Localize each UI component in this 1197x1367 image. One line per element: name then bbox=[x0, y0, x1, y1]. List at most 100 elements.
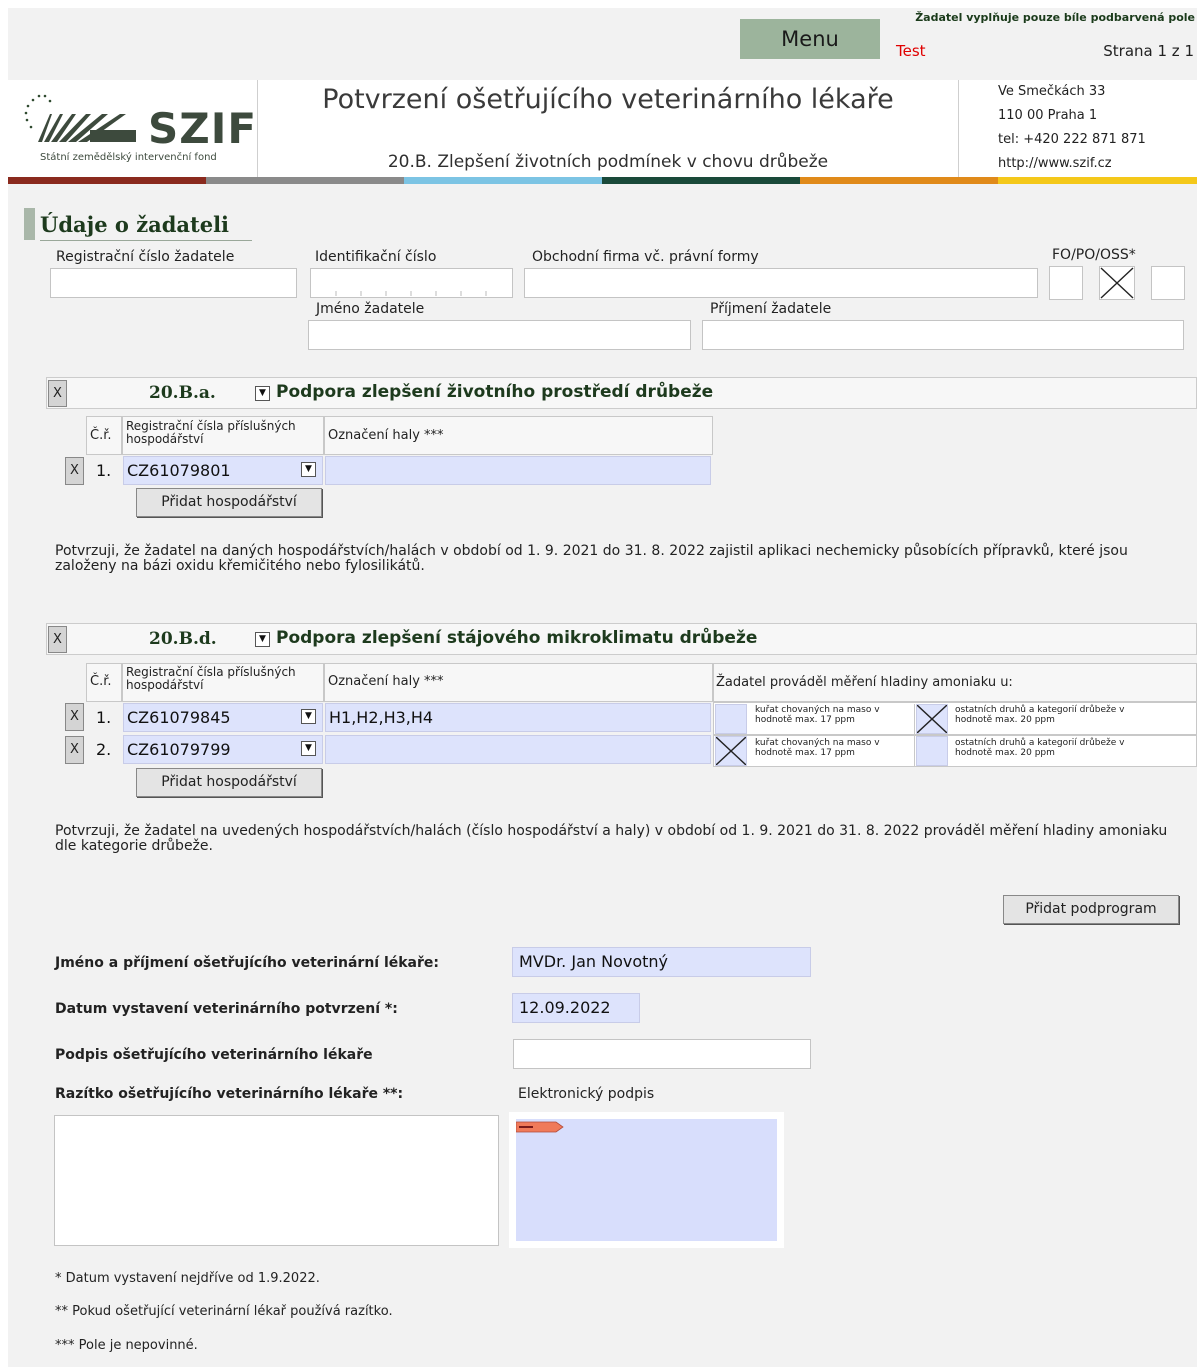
footnote: * Datum vystavení nejdříve od 1.9.2022. bbox=[55, 1271, 320, 1286]
stamp-field[interactable] bbox=[54, 1115, 499, 1246]
column-header-no-text: Č.ř. bbox=[90, 428, 112, 443]
szif-logo-icon bbox=[24, 94, 136, 142]
address-line: Ve Smečkách 33 bbox=[998, 84, 1106, 99]
id-number-label: Identifikační číslo bbox=[315, 249, 437, 265]
column-header-reg-text: Registrační čísla příslušných hospodářst… bbox=[126, 419, 296, 446]
program-d-statement: Potvrzuji, že žadatel na uvedených hospo… bbox=[55, 823, 1168, 854]
color-stripe bbox=[998, 177, 1197, 184]
farm-reg-value: CZ61079801 bbox=[127, 461, 231, 480]
firm-field[interactable] bbox=[524, 268, 1038, 298]
last-name-label: Příjmení žadatele bbox=[710, 301, 832, 317]
address-line: tel: +420 222 871 871 bbox=[998, 132, 1146, 147]
last-name-field[interactable] bbox=[702, 320, 1184, 350]
esign-field[interactable] bbox=[516, 1119, 777, 1241]
po-checkbox[interactable] bbox=[1099, 266, 1135, 300]
add-farm-button[interactable]: Přidat hospodářství bbox=[136, 768, 322, 797]
fill-notice: Žadatel vyplňuje pouze bíle podbarvená p… bbox=[915, 11, 1195, 24]
test-label: Test bbox=[896, 42, 926, 60]
other-poultry-option-label: ostatních druhů a kategorií drůbeže v ho… bbox=[955, 705, 1125, 725]
vet-stamp-label: Razítko ošetřujícího veterinárního lékař… bbox=[55, 1086, 404, 1102]
sign-here-tag-icon bbox=[516, 1121, 564, 1133]
vet-date-field[interactable]: 12.09.2022 bbox=[512, 993, 640, 1023]
first-name-field[interactable] bbox=[308, 320, 691, 350]
hall-value: H1,H2,H3,H4 bbox=[329, 708, 434, 727]
remove-program-a-button[interactable]: X bbox=[48, 380, 67, 407]
esign-label: Elektronický podpis bbox=[518, 1086, 655, 1102]
section-underline bbox=[40, 240, 252, 241]
row-number: 2. bbox=[96, 740, 112, 759]
page-number: Strana 1 z 1 bbox=[1103, 42, 1194, 60]
farm-reg-dropdown[interactable]: ▼ bbox=[301, 462, 316, 477]
address-line: 110 00 Praha 1 bbox=[998, 108, 1098, 123]
footnote: ** Pokud ošetřující veterinární lékař po… bbox=[55, 1304, 393, 1319]
broiler-option-label: kuřat chovaných na maso v hodnotě max. 1… bbox=[755, 705, 880, 725]
other-poultry-option-label: ostatních druhů a kategorií drůbeže v ho… bbox=[955, 738, 1125, 758]
section-marker bbox=[24, 208, 35, 240]
chevron-down-icon: ▼ bbox=[259, 388, 266, 398]
broiler-checkbox[interactable] bbox=[715, 704, 747, 734]
cell-divider bbox=[914, 704, 915, 734]
other-poultry-checkbox[interactable] bbox=[916, 736, 948, 766]
menu-button[interactable]: Menu bbox=[740, 19, 880, 59]
footnote: *** Pole je nepovinné. bbox=[55, 1338, 198, 1353]
vet-name-field[interactable]: MVDr. Jan Novotný bbox=[512, 947, 811, 977]
chevron-down-icon: ▼ bbox=[305, 464, 312, 474]
farm-reg-dropdown[interactable]: ▼ bbox=[301, 741, 316, 756]
remove-row-button[interactable]: X bbox=[65, 736, 84, 764]
program-a-title: Podpora zlepšení životního prostředí drů… bbox=[276, 382, 714, 402]
logo-text: SZIF bbox=[148, 104, 258, 153]
chevron-down-icon: ▼ bbox=[305, 743, 312, 753]
page-subtitle: 20.B. Zlepšení životních podmínek v chov… bbox=[387, 152, 829, 172]
color-stripe bbox=[602, 177, 800, 184]
address-line: http://www.szif.cz bbox=[998, 156, 1112, 171]
broiler-option-label: kuřat chovaných na maso v hodnotě max. 1… bbox=[755, 738, 880, 758]
row-number: 1. bbox=[96, 708, 112, 727]
broiler-checkbox[interactable] bbox=[715, 736, 747, 766]
chevron-down-icon: ▼ bbox=[259, 634, 266, 644]
farm-reg-value: CZ61079845 bbox=[127, 708, 231, 727]
fo-po-oss-label: FO/PO/OSS* bbox=[1052, 247, 1136, 263]
farm-reg-value: CZ61079799 bbox=[127, 740, 231, 759]
program-a-statement: Potvrzuji, že žadatel na daných hospodář… bbox=[55, 543, 1128, 574]
digit-ticks-icon bbox=[335, 291, 487, 296]
program-d-title: Podpora zlepšení stájového mikroklimatu … bbox=[276, 628, 758, 648]
program-a-dropdown[interactable]: ▼ bbox=[255, 386, 270, 401]
hall-field[interactable] bbox=[325, 735, 711, 764]
id-number-field[interactable] bbox=[310, 268, 513, 298]
cross-mark-icon bbox=[1100, 267, 1134, 299]
column-header-ammonia-text: Žadatel prováděl měření hladiny amoniaku… bbox=[716, 675, 1013, 690]
remove-row-button[interactable]: X bbox=[65, 457, 84, 485]
logo-subtitle: Státní zemědělský intervenční fond bbox=[40, 152, 217, 163]
color-stripe bbox=[206, 177, 404, 184]
cell-divider bbox=[914, 736, 915, 766]
chevron-down-icon: ▼ bbox=[305, 711, 312, 721]
other-poultry-checkbox[interactable] bbox=[916, 704, 948, 734]
add-farm-button[interactable]: Přidat hospodářství bbox=[136, 488, 322, 517]
vet-name-label: Jméno a příjmení ošetřujícího veterinárn… bbox=[55, 955, 440, 971]
page-title: Potvrzení ošetřujícího veterinárního lék… bbox=[322, 84, 894, 115]
add-subprogram-button[interactable]: Přidat podprogram bbox=[1003, 895, 1179, 924]
column-header-no-text: Č.ř. bbox=[90, 674, 112, 689]
program-a-code: 20.B.a. bbox=[149, 383, 216, 403]
vet-signature-field[interactable] bbox=[513, 1039, 811, 1069]
reg-number-label: Registrační číslo žadatele bbox=[56, 249, 235, 265]
vet-date-label: Datum vystavení veterinárního potvrzení … bbox=[55, 1001, 398, 1017]
vet-signature-label: Podpis ošetřujícího veterinárního lékaře bbox=[55, 1047, 373, 1063]
column-header-reg-text: Registrační čísla příslušných hospodářst… bbox=[126, 665, 296, 692]
hall-field[interactable] bbox=[325, 456, 711, 485]
color-stripe bbox=[8, 177, 206, 184]
cross-mark-icon bbox=[716, 737, 746, 765]
remove-program-d-button[interactable]: X bbox=[48, 626, 67, 653]
program-d-code: 20.B.d. bbox=[149, 629, 217, 649]
cross-mark-icon bbox=[917, 705, 947, 733]
color-stripe bbox=[404, 177, 602, 184]
reg-number-field[interactable] bbox=[50, 268, 297, 298]
row-number: 1. bbox=[96, 461, 112, 480]
column-header-hall-text: Označení haly *** bbox=[328, 674, 444, 689]
color-stripe bbox=[800, 177, 998, 184]
remove-row-button[interactable]: X bbox=[65, 703, 84, 731]
farm-reg-dropdown[interactable]: ▼ bbox=[301, 709, 316, 724]
program-d-dropdown[interactable]: ▼ bbox=[255, 632, 270, 647]
oss-checkbox[interactable] bbox=[1151, 266, 1185, 300]
fo-checkbox[interactable] bbox=[1049, 266, 1083, 300]
